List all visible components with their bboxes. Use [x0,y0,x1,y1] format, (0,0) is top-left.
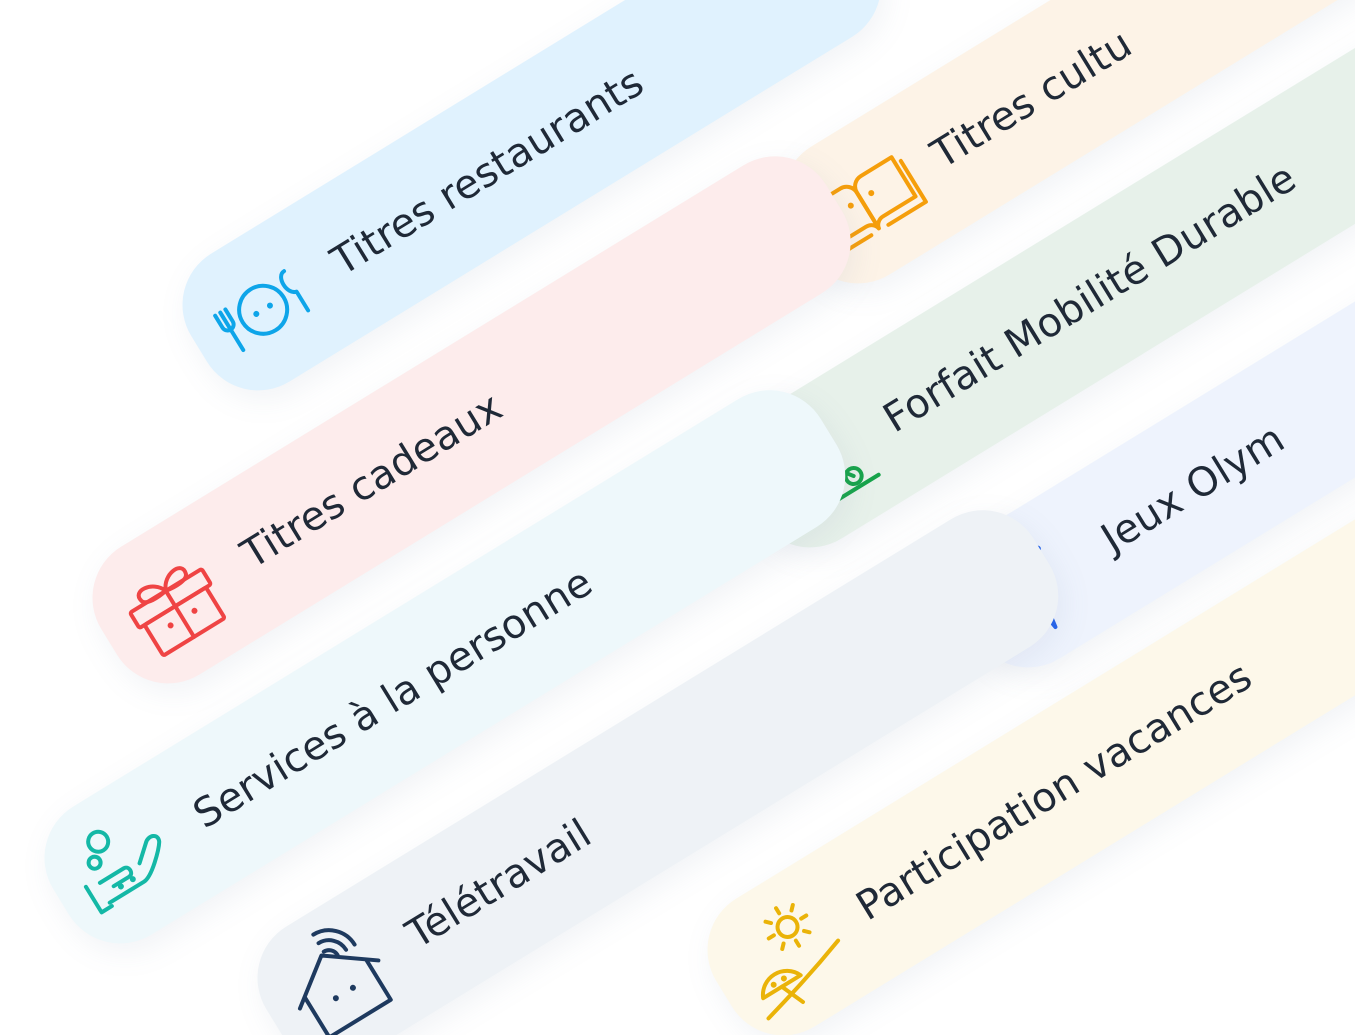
card-label: Télétravail [398,810,600,958]
card-label: Jeux Olym [1093,415,1293,562]
beach-umbrella-icon [685,852,891,1035]
card-label: Titres cultu [923,20,1141,178]
wifi-house-icon [235,880,441,1035]
benefits-collage: Titres restaurants Titres cultu Titres c… [0,0,1355,1035]
card-label: Titres cadeaux [233,383,511,578]
